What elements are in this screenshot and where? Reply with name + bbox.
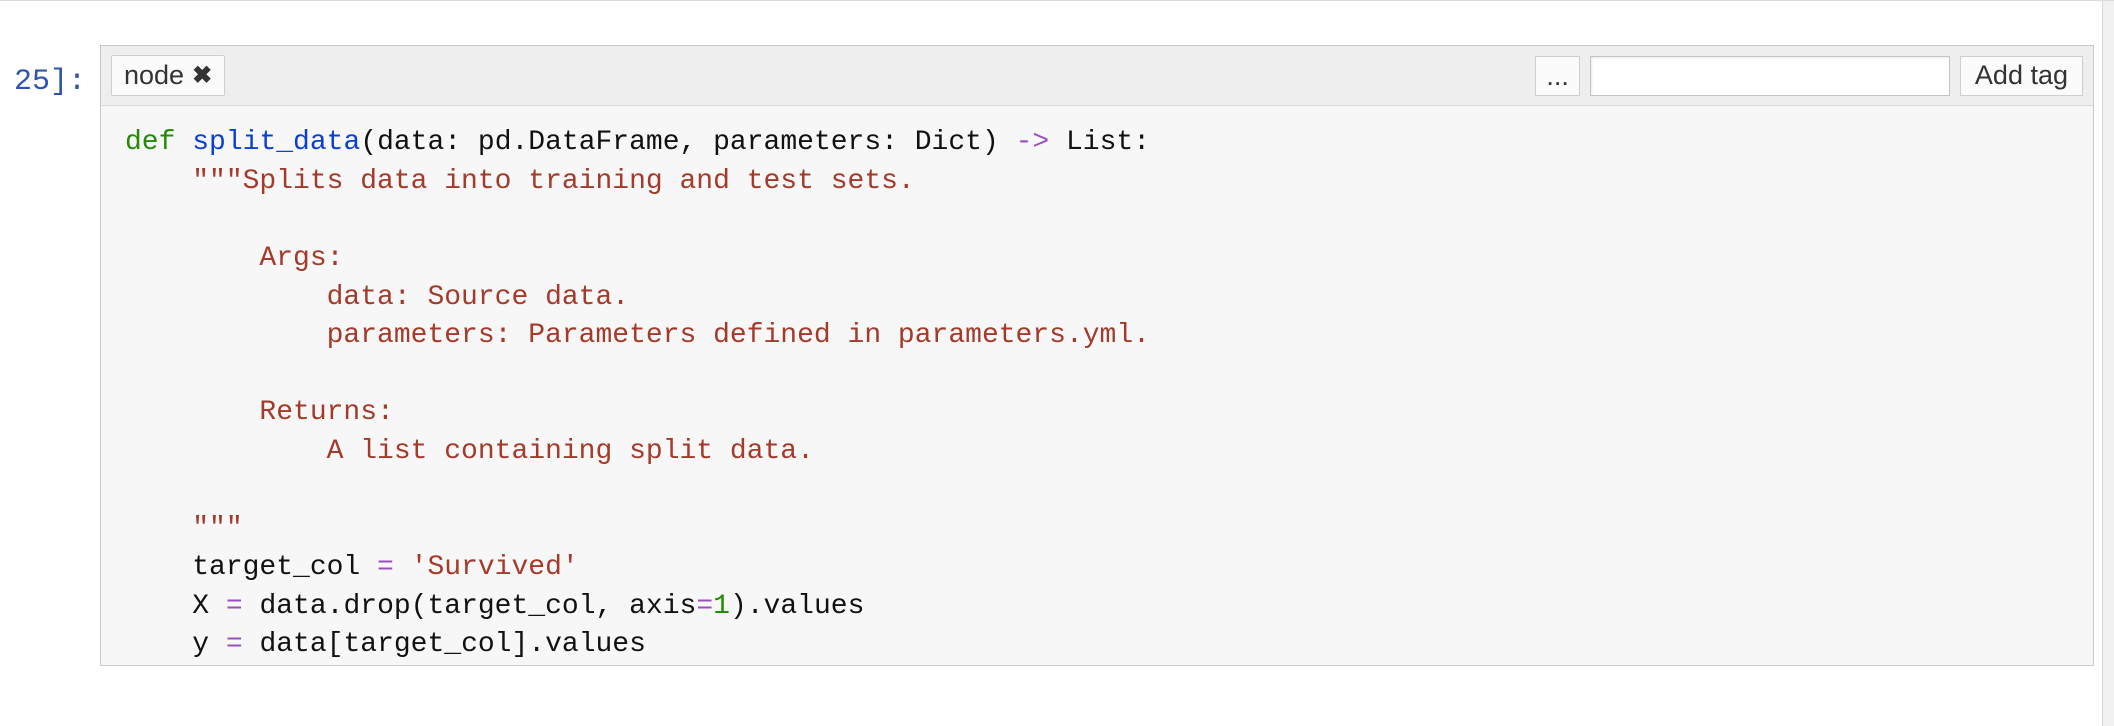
code-token: 1 bbox=[713, 591, 730, 622]
code-token: """ bbox=[125, 513, 243, 544]
code-token: = bbox=[226, 629, 243, 660]
code-editor[interactable]: def split_data(data: pd.DataFrame, param… bbox=[101, 106, 2093, 665]
code-token: X bbox=[125, 591, 226, 622]
code-token: (data: pd.DataFrame, parameters: Dict) bbox=[360, 127, 1015, 158]
add-tag-button[interactable]: Add tag bbox=[1960, 56, 2083, 96]
tag-chip-node[interactable]: node ✖ bbox=[111, 55, 225, 96]
code-token: target_col bbox=[125, 552, 377, 583]
more-tags-button[interactable]: ... bbox=[1535, 56, 1580, 96]
code-cell: 25]: node ✖ ... Add tag bbox=[0, 1, 2102, 666]
code-token: data[target_col].values bbox=[243, 629, 646, 660]
cell-body: node ✖ ... Add tag def split_data(data: … bbox=[100, 45, 2094, 666]
code-token: parameters: Parameters defined in parame… bbox=[125, 320, 1150, 351]
tag-controls: ... Add tag bbox=[1535, 56, 2083, 96]
tag-input[interactable] bbox=[1590, 56, 1950, 96]
close-icon[interactable]: ✖ bbox=[192, 64, 212, 88]
code-token: -> bbox=[1016, 127, 1050, 158]
code-token: = bbox=[226, 591, 243, 622]
code-token: data.drop(target_col, axis bbox=[243, 591, 697, 622]
code-token: """Splits data into training and test se… bbox=[125, 166, 915, 197]
code-token: y bbox=[125, 629, 226, 660]
code-token: 'Survived' bbox=[411, 552, 579, 583]
code-token: def bbox=[125, 127, 175, 158]
code-token: split_data bbox=[192, 127, 360, 158]
code-token: ).values bbox=[730, 591, 864, 622]
code-token: Returns: bbox=[125, 397, 394, 428]
code-token bbox=[394, 552, 411, 583]
cell-prompt-label: 25]: bbox=[14, 65, 86, 99]
code-token: = bbox=[696, 591, 713, 622]
tag-bar: node ✖ ... Add tag bbox=[101, 46, 2093, 106]
tag-chip-label: node bbox=[124, 60, 184, 91]
code-token: = bbox=[377, 552, 394, 583]
code-token: List: bbox=[1049, 127, 1150, 158]
tag-list: node ✖ bbox=[111, 55, 225, 96]
code-token: data: Source data. bbox=[125, 282, 629, 313]
cell-prompt: 25]: bbox=[0, 45, 100, 99]
code-token: A list containing split data. bbox=[125, 436, 814, 467]
code-token: Args: bbox=[125, 243, 343, 274]
right-gutter bbox=[2102, 1, 2114, 726]
